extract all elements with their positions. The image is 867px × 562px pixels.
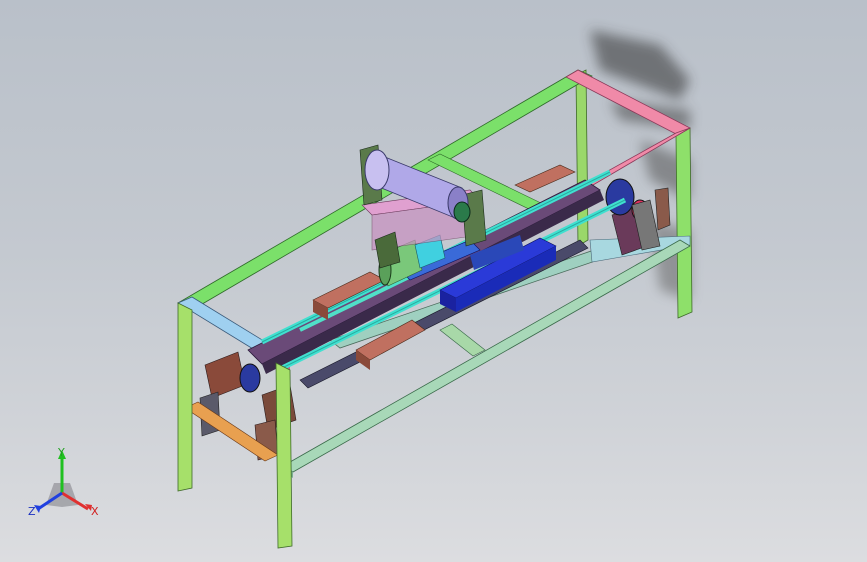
machine-model[interactable] — [0, 0, 867, 562]
view-orientation-triad[interactable]: Y X Z — [22, 445, 112, 525]
frame-front-left-post — [177, 302, 193, 492]
z-axis-label: Z — [28, 505, 36, 518]
graphics-viewport[interactable]: Y X Z — [0, 0, 867, 562]
x-axis-label: X — [91, 505, 99, 518]
y-axis-label: Y — [57, 446, 65, 459]
frame-lower-cross — [439, 323, 486, 357]
frame-front-right-post — [275, 362, 293, 549]
